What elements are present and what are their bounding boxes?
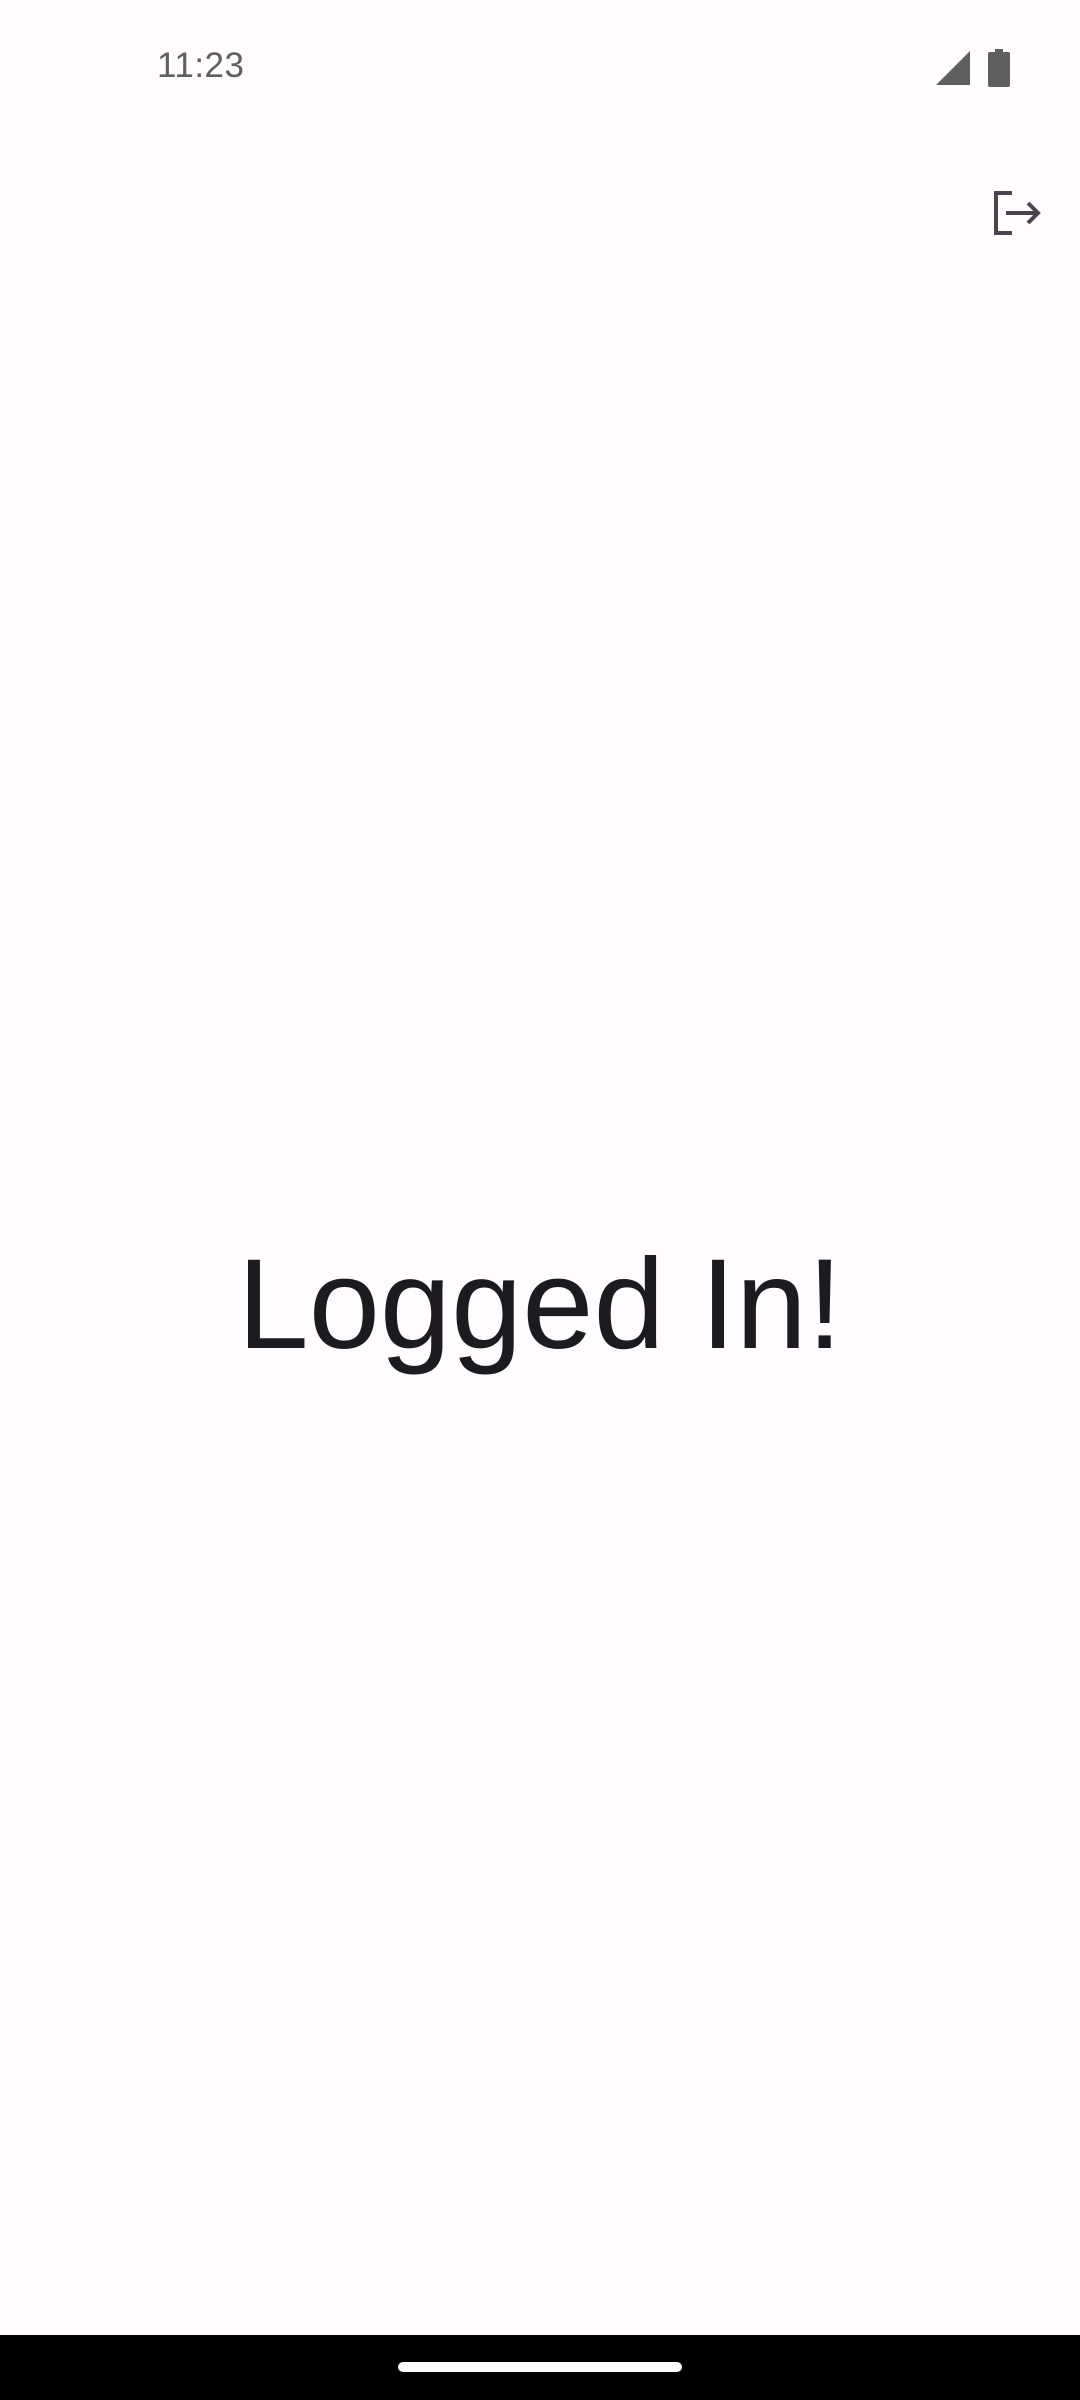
status-icons bbox=[936, 48, 1010, 88]
battery-icon bbox=[988, 49, 1010, 87]
logged-in-message: Logged In! bbox=[237, 1233, 843, 1376]
navigation-bar bbox=[0, 2335, 1080, 2400]
status-bar: 11:23 bbox=[0, 0, 1080, 132]
logout-button[interactable] bbox=[968, 165, 1064, 261]
status-time: 11:23 bbox=[157, 46, 245, 85]
cell-signal-icon bbox=[936, 51, 970, 85]
app-screen: 11:23 Logged In! bbox=[0, 0, 1080, 2400]
home-indicator[interactable] bbox=[398, 2362, 682, 2372]
logout-icon bbox=[988, 185, 1044, 241]
